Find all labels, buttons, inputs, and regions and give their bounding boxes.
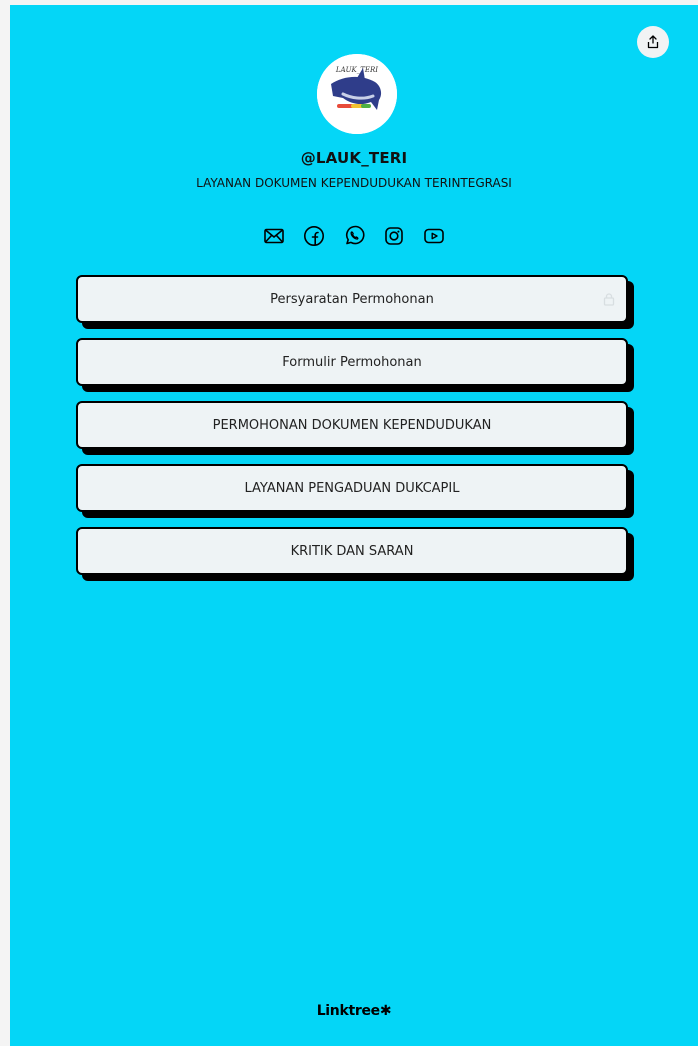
youtube-icon [424,228,444,244]
profile-handle: @LAUK_TERI [300,149,408,167]
link-label: Formulir Permohonan [282,354,422,370]
link-label: PERMOHONAN DOKUMEN KEPENDUDUKAN [212,417,492,433]
linktree-logo: Linktree [316,1003,380,1019]
dolphin-logo: LAUK_TERI [317,54,397,134]
link-label: LAYANAN PENGADUAN DUKCAPIL [244,480,460,496]
linktree-page: LAUK_TERI @LAUK_TERI LAYANAN DOKUMEN KEP… [10,5,698,1046]
youtube-link[interactable] [420,222,448,250]
share-icon [647,35,659,49]
link-button-permohonan-dokumen[interactable]: PERMOHONAN DOKUMEN KEPENDUDUKAN [76,401,628,449]
link-button-formulir[interactable]: Formulir Permohonan [76,338,628,386]
email-link[interactable] [260,222,288,250]
avatar-text: LAUK_TERI [335,66,378,74]
link-label: Persyaratan Permohonan [270,291,434,307]
link-button-persyaratan[interactable]: Persyaratan Permohonan [76,275,628,323]
facebook-icon [304,226,324,246]
link-label: KRITIK DAN SARAN [290,543,414,559]
lock-icon [603,293,615,306]
instagram-icon [385,227,403,245]
link-list: Persyaratan Permohonan Formulir Permohon… [76,275,628,590]
linktree-mark-icon: ✱ [379,1003,392,1019]
social-icons [10,222,698,250]
instagram-link[interactable] [380,222,408,250]
link-button-kritik-saran[interactable]: KRITIK DAN SARAN [76,527,628,575]
link-button-pengaduan[interactable]: LAYANAN PENGADUAN DUKCAPIL [76,464,628,512]
avatar: LAUK_TERI [317,54,397,134]
whatsapp-link[interactable] [340,222,368,250]
email-icon [264,228,284,244]
share-button[interactable] [637,26,669,58]
whatsapp-icon [345,225,365,245]
profile-bio: LAYANAN DOKUMEN KEPENDUDUKAN TERINTEGRAS… [196,176,512,190]
linktree-footer-link[interactable]: Linktree✱ [10,1003,698,1019]
facebook-link[interactable] [300,222,328,250]
